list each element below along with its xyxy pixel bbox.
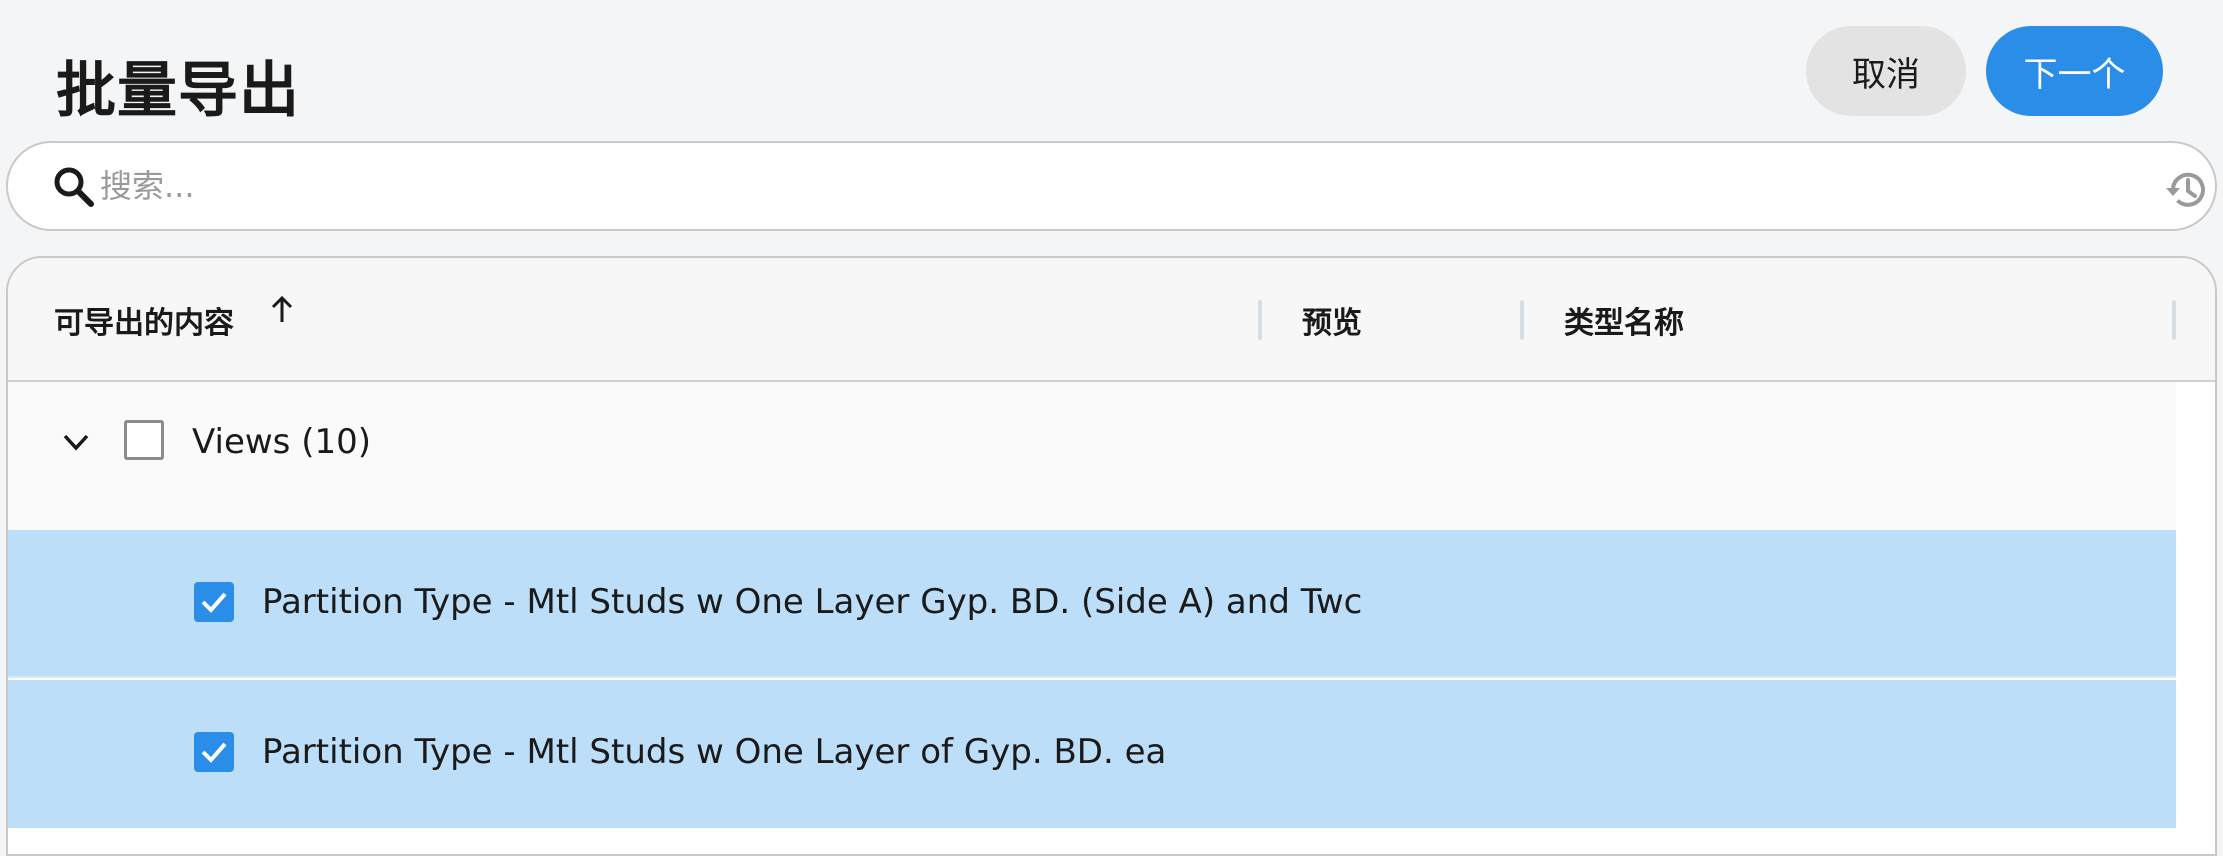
search-icon [52, 165, 96, 209]
column-header-preview[interactable]: 预览 [1302, 298, 1362, 342]
column-header-exportable-content[interactable]: 可导出的内容 [54, 298, 234, 342]
group-label: Views (10) [192, 422, 371, 462]
row-checkbox[interactable] [194, 732, 234, 772]
scrollbar-track[interactable] [2176, 382, 2215, 854]
row-checkbox[interactable] [194, 582, 234, 622]
table-row[interactable]: Partition Type - Mtl Studs w One Layer o… [8, 680, 2176, 828]
chevron-down-icon[interactable] [58, 424, 94, 460]
column-resize-handle[interactable] [2172, 300, 2176, 340]
column-resize-handle[interactable] [1520, 300, 1524, 340]
row-label: Partition Type - Mtl Studs w One Layer o… [262, 732, 1167, 772]
sort-ascending-icon[interactable] [268, 294, 296, 326]
table-row[interactable]: Partition Type - Mtl Studs w One Layer G… [8, 530, 2176, 678]
row-label: Partition Type - Mtl Studs w One Layer G… [262, 582, 1363, 622]
column-resize-handle[interactable] [1258, 300, 1262, 340]
checkmark-icon [201, 742, 227, 763]
group-checkbox[interactable] [124, 420, 164, 460]
cancel-button[interactable]: 取消 [1806, 26, 1966, 116]
search-bar [6, 141, 2217, 231]
column-header-type-name[interactable]: 类型名称 [1564, 298, 1684, 342]
group-row-views[interactable]: Views (10) [8, 382, 2176, 530]
history-icon[interactable] [2164, 167, 2210, 213]
export-table: 可导出的内容 预览 类型名称 Views (10) Partition Type… [6, 256, 2217, 856]
next-button[interactable]: 下一个 [1986, 26, 2163, 116]
header: 批量导出 取消 下一个 [0, 0, 2223, 140]
checkmark-icon [201, 592, 227, 613]
page-title: 批量导出 [56, 56, 300, 126]
table-header: 可导出的内容 预览 类型名称 [8, 258, 2215, 382]
search-input[interactable] [100, 157, 2100, 215]
